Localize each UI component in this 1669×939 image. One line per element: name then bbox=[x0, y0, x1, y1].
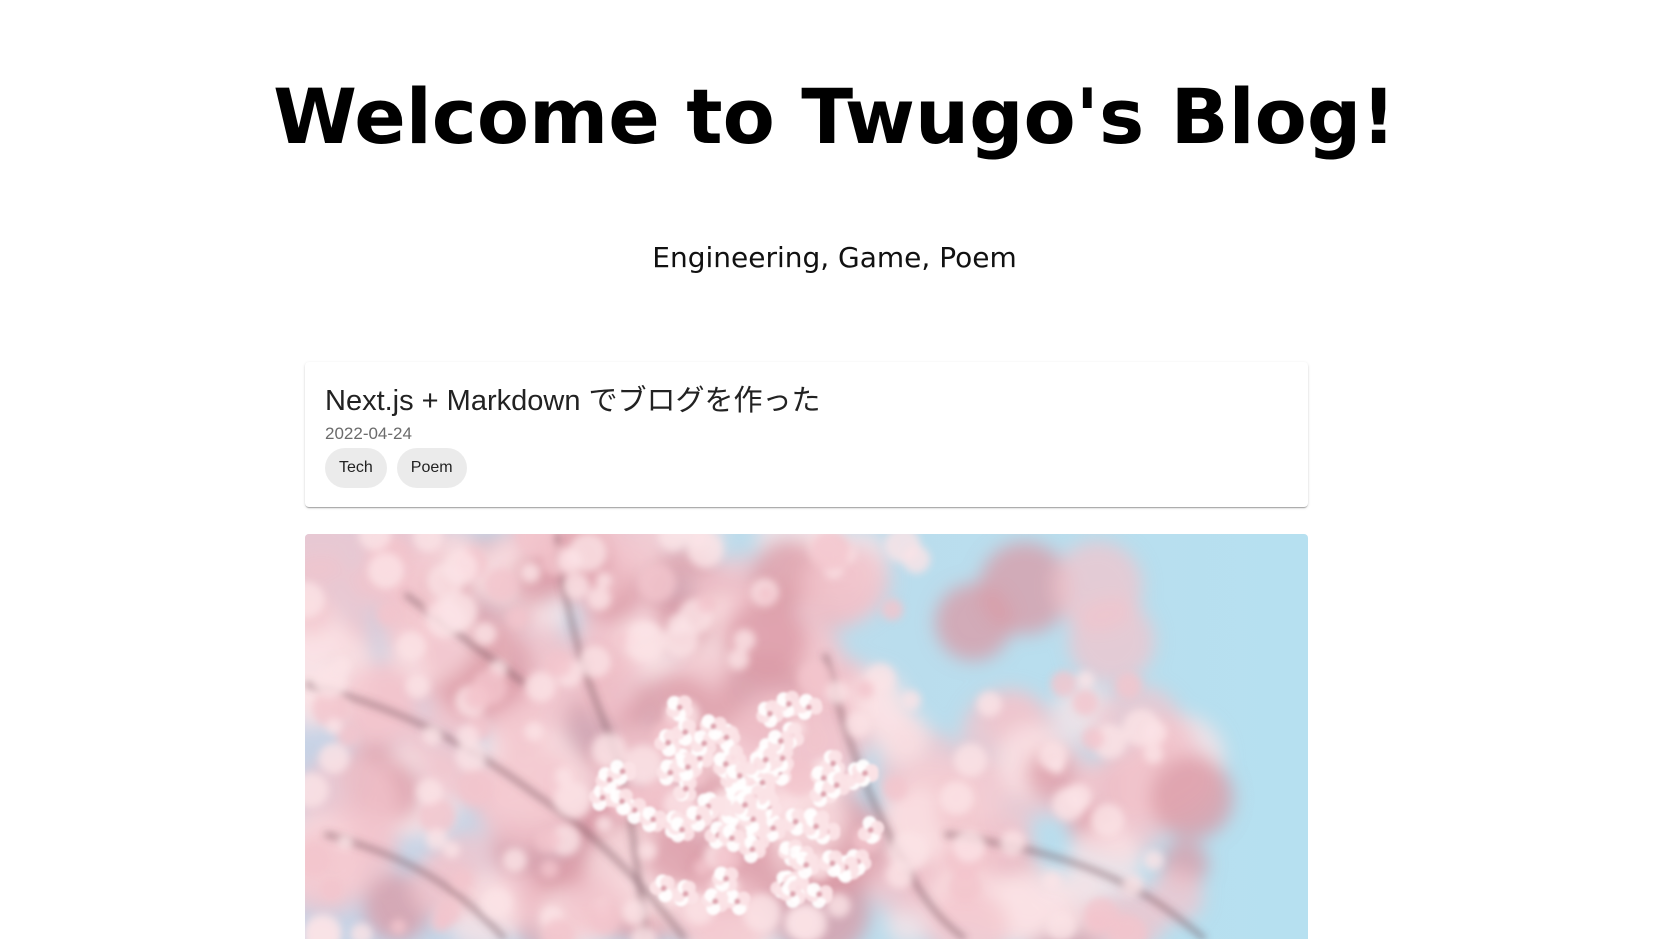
post-card[interactable]: Next.js + Markdown でブログを作った 2022-04-24 T… bbox=[305, 362, 1308, 507]
tag-chip-poem[interactable]: Poem bbox=[396, 448, 467, 488]
cherry-blossom-illustration bbox=[305, 534, 1308, 939]
blog-page: Welcome to Twugo's Blog! Engineering, Ga… bbox=[0, 0, 1669, 939]
hero-image-cherry-blossoms bbox=[305, 534, 1308, 939]
site-subtitle: Engineering, Game, Poem bbox=[652, 241, 1017, 274]
post-date: 2022-04-24 bbox=[325, 424, 412, 443]
tag-chip-tech[interactable]: Tech bbox=[325, 448, 387, 488]
post-tags: Tech Poem bbox=[325, 448, 1288, 488]
post-title[interactable]: Next.js + Markdown でブログを作った bbox=[325, 382, 1288, 420]
site-title: Welcome to Twugo's Blog! bbox=[273, 72, 1396, 161]
